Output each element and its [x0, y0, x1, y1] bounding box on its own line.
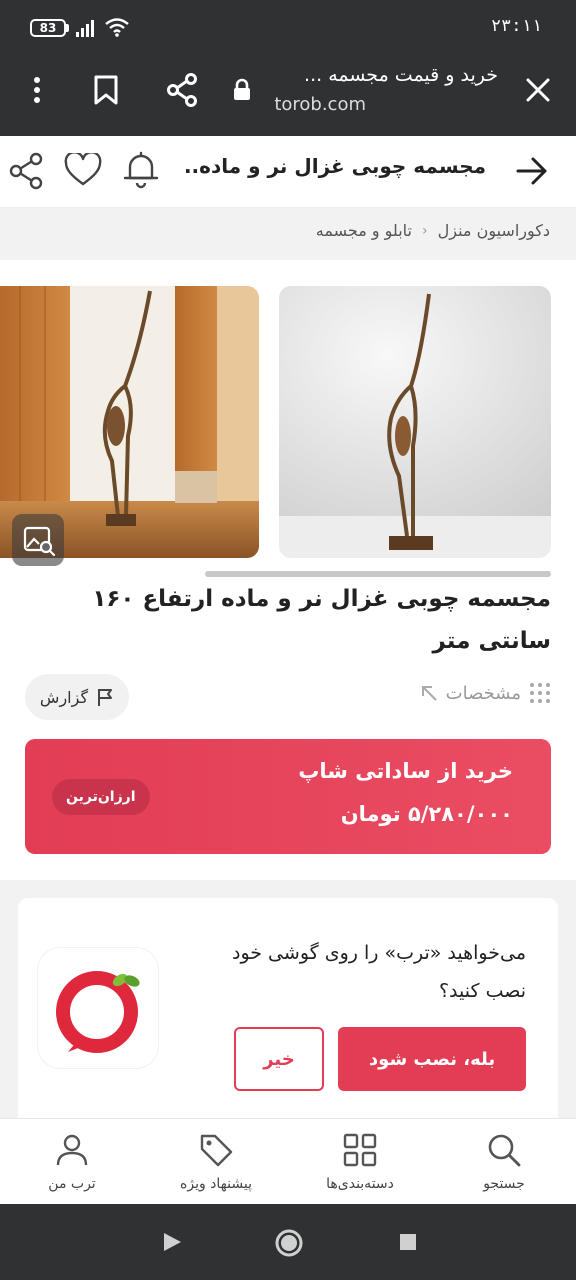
gallery-button[interactable] [12, 514, 64, 566]
torob-logo [38, 948, 158, 1068]
dots-grid-icon [530, 683, 550, 703]
close-icon[interactable] [524, 76, 552, 104]
buy-offer-card[interactable]: خرید از ساداتی شاپ ۵/۲۸۰/۰۰۰ تومان ارزان… [25, 739, 551, 854]
specs-label: مشخصات [445, 682, 521, 704]
flag-icon [98, 689, 113, 706]
specs-link[interactable]: مشخصات [420, 682, 551, 704]
nav-special-offers-label: پیشنهاد ویژه [180, 1176, 252, 1192]
arrow-up-left-icon [421, 686, 437, 701]
install-yes-button[interactable]: بله، نصب شود [338, 1027, 526, 1091]
tab-title[interactable]: خرید و قیمت مجسمه ... [198, 64, 498, 86]
nav-search-label: جستجو [483, 1176, 525, 1192]
search-icon [488, 1134, 521, 1167]
home-circle-icon[interactable] [274, 1228, 304, 1258]
report-label: گزارش [39, 687, 89, 707]
carousel-scrollbar[interactable] [205, 571, 551, 577]
install-no-button[interactable]: خیر [234, 1027, 324, 1091]
torob-logo-icon [56, 971, 140, 1053]
bookmark-icon[interactable] [92, 74, 120, 106]
nav-my-torob-label: ترب من [48, 1176, 96, 1192]
report-button[interactable]: گزارش [25, 674, 129, 720]
statue-photo-white [279, 286, 551, 558]
grid-icon [343, 1133, 377, 1167]
product-title: مجسمه چوبی غزال نر و ماده ارتفاع ۱۶۰ سان… [92, 586, 551, 654]
recents-square-icon[interactable] [398, 1232, 418, 1252]
nav-categories[interactable]: دسته‌بندی‌ها [288, 1119, 432, 1205]
breadcrumb-band: دکوراسیون منزل ‹ تابلو و مجسمه [0, 208, 576, 260]
nav-special-offers[interactable]: پیشنهاد ویژه [144, 1119, 288, 1205]
nav-my-torob[interactable]: ترب من [0, 1119, 144, 1205]
battery-icon: 83 [30, 19, 66, 37]
page-header: مجسمه چوبی غزال نر و ماده... [0, 136, 576, 208]
system-nav-bar [0, 1204, 576, 1280]
chevron-left-icon: ‹ [422, 222, 428, 239]
image-search-icon [23, 526, 56, 557]
breadcrumb-item-paintings-statues[interactable]: تابلو و مجسمه [316, 221, 412, 240]
url-domain[interactable]: torob.com [274, 94, 366, 115]
share-icon[interactable] [166, 73, 198, 107]
page-title: مجسمه چوبی غزال نر و ماده... [186, 154, 486, 178]
bottom-nav: جستجو دسته‌بندی‌ها پیشنهاد ویژه ترب من [0, 1118, 576, 1204]
offer-price: ۵/۲۸۰/۰۰۰ تومان [340, 802, 513, 826]
play-triangle-icon[interactable] [160, 1230, 184, 1254]
product-image-1[interactable] [279, 286, 551, 558]
install-question: می‌خواهید «ترب» را روی گوشی خود نصب کنید… [232, 942, 526, 1002]
signal-icon [76, 20, 94, 37]
battery-nub [66, 24, 69, 32]
browser-bar: خرید و قیمت مجسمه ... torob.com [0, 56, 576, 136]
wifi-icon [105, 18, 129, 37]
install-prompt-card: می‌خواهید «ترب» را روی گوشی خود نصب کنید… [18, 898, 558, 1120]
user-icon [56, 1134, 88, 1166]
status-bar: 83 ۲۳:۱۱ [0, 0, 576, 56]
heart-icon[interactable] [64, 153, 102, 187]
share-icon[interactable] [8, 152, 44, 190]
breadcrumb: دکوراسیون منزل ‹ تابلو و مجسمه [316, 221, 550, 240]
nav-categories-label: دسته‌بندی‌ها [326, 1176, 394, 1192]
clock: ۲۳:۱۱ [490, 16, 542, 36]
bell-icon[interactable] [122, 150, 160, 190]
nav-search[interactable]: جستجو [432, 1119, 576, 1205]
store-name: خرید از ساداتی شاپ [298, 759, 513, 783]
tag-icon [200, 1134, 233, 1167]
breadcrumb-item-home-decor[interactable]: دکوراسیون منزل [438, 221, 550, 240]
back-arrow-icon[interactable] [516, 156, 548, 186]
cheapest-badge: ارزان‌ترین [52, 779, 150, 815]
more-vert-icon[interactable] [26, 76, 48, 106]
